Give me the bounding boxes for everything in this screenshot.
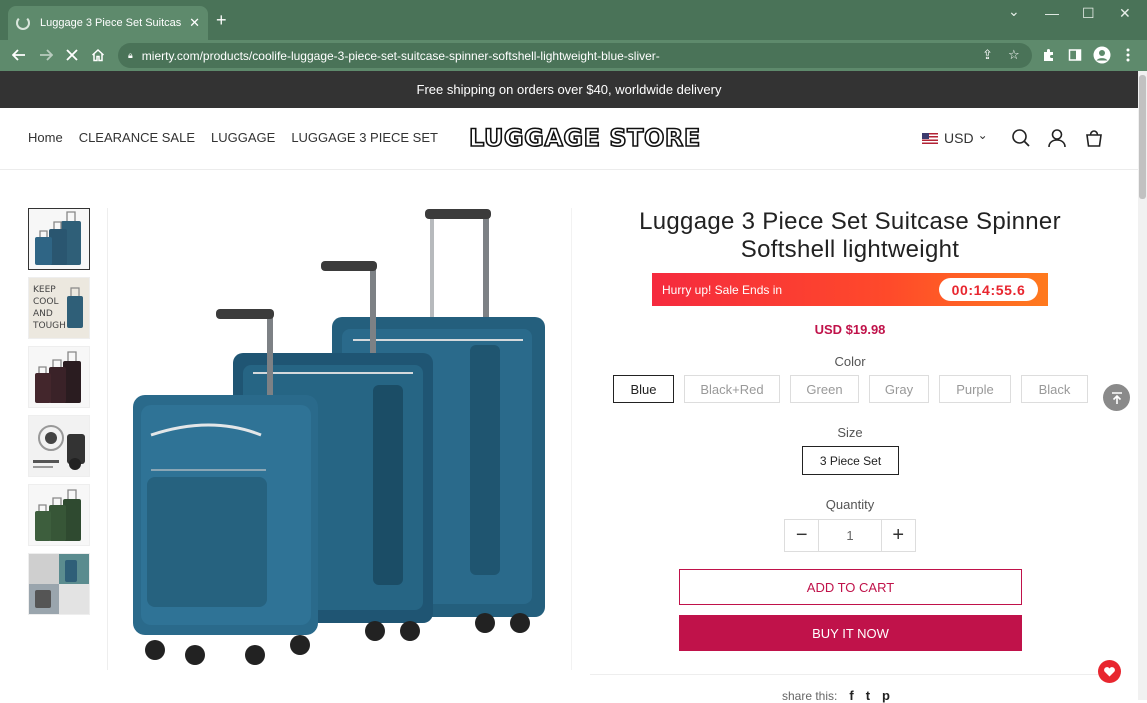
chevron-down-icon: ⌄: [977, 128, 988, 142]
extensions-icon[interactable]: [1040, 46, 1058, 64]
browser-menu-icon[interactable]: [1119, 46, 1137, 64]
thumbnail-keep-cool-poster[interactable]: KEEP COOL AND TOUGH: [28, 277, 90, 339]
product-title-line-2: Softshell lightweight: [740, 236, 960, 263]
tab-search-icon[interactable]: ⌄: [1008, 4, 1020, 18]
nav-clearance-sale[interactable]: CLEARANCE SALE: [79, 130, 195, 145]
bookmark-star-icon[interactable]: ☆: [1008, 47, 1020, 63]
color-option-purple[interactable]: Purple: [939, 375, 1011, 403]
sale-countdown-banner: Hurry up! Sale Ends in 00:14:55.6: [652, 273, 1048, 306]
quantity-input[interactable]: 1: [818, 520, 882, 551]
browser-toolbar: 🔒︎ mierty.com/products/coolife-luggage-3…: [0, 40, 1147, 71]
share-row: share this: f t p: [782, 688, 890, 703]
account-icon[interactable]: [1046, 127, 1068, 149]
back-to-top-button[interactable]: [1103, 384, 1130, 411]
site-header: Home CLEARANCE SALE LUGGAGE LUGGAGE 3 PI…: [0, 108, 1138, 170]
color-label: Color: [834, 354, 866, 369]
quantity-decrease-button[interactable]: −: [785, 520, 818, 551]
store-logo[interactable]: LUGGAGE STORE: [468, 123, 701, 153]
thumbnail-spinner-wheel[interactable]: [28, 415, 90, 477]
quantity-stepper: − 1 +: [784, 519, 916, 552]
share-page-icon[interactable]: ⇪: [982, 47, 993, 63]
nav-home[interactable]: Home: [28, 130, 63, 145]
share-divider: [590, 674, 1110, 675]
twitter-icon[interactable]: t: [866, 688, 870, 703]
profile-avatar-icon[interactable]: [1093, 46, 1111, 64]
quantity-label: Quantity: [825, 497, 875, 512]
currency-code: USD: [944, 130, 974, 146]
browser-tab[interactable]: Luggage 3 Piece Set Suitcase Spinner Sof…: [8, 6, 208, 40]
countdown-timer: 00:14:55.6: [939, 278, 1038, 301]
chat-widget-button[interactable]: [1098, 660, 1121, 683]
thumbnail-black-red-set[interactable]: [28, 346, 90, 408]
browser-tab-bar: Luggage 3 Piece Set Suitcase Spinner Sof…: [0, 0, 1147, 40]
add-to-cart-button[interactable]: ADD TO CART: [679, 569, 1022, 605]
address-bar[interactable]: 🔒︎ mierty.com/products/coolife-luggage-3…: [118, 43, 1032, 68]
color-options: Blue Black+Red Green Gray Purple Black: [613, 375, 1088, 403]
page-scrollbar[interactable]: [1138, 71, 1147, 700]
product-title: Luggage 3 Piece Set Suitcase Spinner Sof…: [605, 208, 1095, 264]
forward-icon[interactable]: [37, 46, 55, 64]
tab-title: Luggage 3 Piece Set Suitcase Spinner Sof…: [40, 17, 182, 29]
back-icon[interactable]: [10, 46, 28, 64]
nav-luggage[interactable]: LUGGAGE: [211, 130, 275, 145]
thumbnail-collage[interactable]: [28, 553, 90, 615]
svg-text:COOL: COOL: [33, 297, 58, 307]
thumbnail-blue-set[interactable]: [28, 208, 90, 270]
main-product-image[interactable]: [125, 205, 555, 670]
thumbnail-green-set[interactable]: [28, 484, 90, 546]
close-window-button[interactable]: ✕: [1119, 6, 1131, 20]
sale-text: Hurry up! Sale Ends in: [662, 283, 783, 297]
loading-icon: [16, 16, 30, 30]
color-option-black[interactable]: Black: [1021, 375, 1088, 403]
buy-it-now-button[interactable]: BUY IT NOW: [679, 615, 1022, 651]
color-option-green[interactable]: Green: [790, 375, 859, 403]
nav-luggage-3-piece-set[interactable]: LUGGAGE 3 PIECE SET: [291, 130, 438, 145]
product-title-line-1: Luggage 3 Piece Set Suitcase Spinner: [639, 208, 1061, 235]
announcement-bar: Free shipping on orders over $40, worldw…: [0, 71, 1138, 108]
color-option-black-red[interactable]: Black+Red: [684, 375, 780, 403]
facebook-icon[interactable]: f: [849, 688, 853, 703]
pinterest-icon[interactable]: p: [882, 688, 890, 703]
arrow-up-icon: [1111, 391, 1122, 404]
scrollbar-thumb[interactable]: [1139, 75, 1146, 199]
product-price: USD $19.98: [814, 322, 886, 337]
image-divider: [571, 208, 572, 670]
svg-text:KEEP: KEEP: [33, 285, 56, 295]
search-icon[interactable]: [1010, 127, 1032, 149]
url-text: mierty.com/products/coolife-luggage-3-pi…: [141, 48, 660, 63]
maximize-button[interactable]: ☐: [1082, 6, 1095, 20]
tab-close-icon[interactable]: ✕: [189, 15, 200, 31]
cart-bag-icon[interactable]: [1083, 127, 1105, 149]
svg-text:AND: AND: [33, 309, 53, 319]
us-flag-icon: [922, 132, 938, 144]
lock-icon[interactable]: 🔒︎: [128, 50, 133, 61]
quantity-increase-button[interactable]: +: [882, 520, 915, 551]
color-option-blue[interactable]: Blue: [613, 375, 674, 403]
minimize-button[interactable]: —: [1045, 6, 1059, 20]
main-nav: Home CLEARANCE SALE LUGGAGE LUGGAGE 3 PI…: [28, 130, 438, 145]
gallery-divider: [107, 208, 108, 670]
stop-loading-icon[interactable]: [63, 46, 81, 64]
size-option-3-piece-set[interactable]: 3 Piece Set: [802, 446, 899, 475]
size-label: Size: [837, 425, 863, 440]
color-option-gray[interactable]: Gray: [869, 375, 929, 403]
share-label: share this:: [782, 688, 838, 703]
svg-text:TOUGH: TOUGH: [32, 321, 66, 331]
home-icon[interactable]: [89, 46, 107, 64]
chat-icon: [1104, 667, 1115, 677]
new-tab-button[interactable]: +: [216, 10, 227, 30]
thumbnail-gallery: KEEP COOL AND TOUGH: [28, 208, 90, 622]
currency-selector[interactable]: USD ⌄: [922, 128, 988, 146]
side-panel-icon[interactable]: [1066, 46, 1084, 64]
